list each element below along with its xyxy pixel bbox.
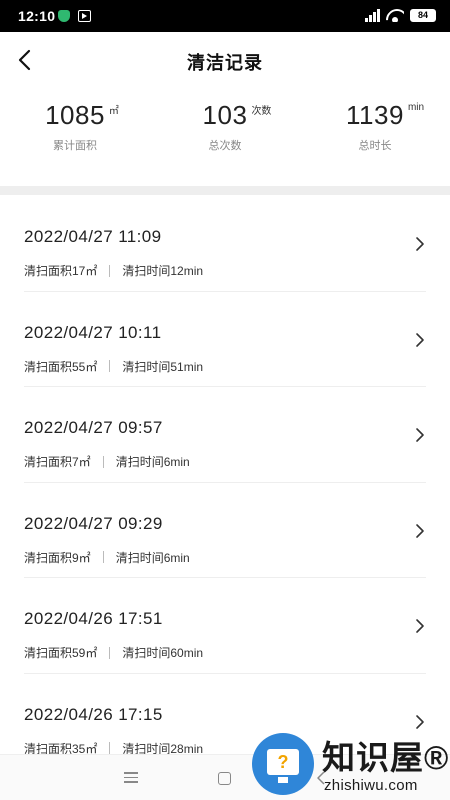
chevron-right-icon [416, 428, 424, 442]
stat-total-duration: 1139 min 总时长 [300, 100, 450, 180]
meta-separator [109, 646, 111, 659]
record-datetime: 2022/04/27 09:29 [24, 513, 163, 533]
record-duration: 清扫时间51min [122, 359, 204, 374]
signal-icon [365, 9, 380, 22]
stat-total-area: 1085 ㎡ 累计面积 [0, 100, 150, 180]
stat-unit: ㎡ [108, 106, 119, 117]
record-meta: 清扫面积9㎡ 清扫时间6min [24, 549, 190, 566]
stat-unit: min [407, 102, 425, 113]
record-datetime: 2022/04/27 09:57 [24, 418, 163, 437]
record-area: 清扫面积17㎡ [24, 264, 98, 278]
record-area: 清扫面积55㎡ [24, 359, 98, 374]
record-area: 清扫面积59㎡ [24, 646, 98, 660]
record-meta: 清扫面积17㎡ 清扫时间12min [24, 262, 203, 279]
record-item[interactable]: 2022/04/27 10:11 清扫面积55㎡ 清扫时间51min [24, 292, 426, 387]
wifi-icon [386, 9, 404, 22]
record-datetime: 2022/04/27 11:09 [24, 227, 162, 246]
record-item[interactable]: 2022/04/27 09:57 清扫面积7㎡ 清扫时间6min [24, 387, 426, 483]
record-duration: 清扫时间6min [115, 550, 190, 565]
menu-icon[interactable] [124, 772, 138, 784]
record-area: 清扫面积9㎡ [24, 550, 91, 565]
monitor-question-icon: ? [267, 749, 299, 775]
home-icon[interactable] [218, 772, 231, 785]
meta-separator [109, 264, 111, 277]
meta-separator [102, 455, 104, 468]
page-title: 清洁记录 [187, 53, 263, 73]
status-indicators: 84 [365, 9, 436, 22]
record-meta: 清扫面积55㎡ 清扫时间51min [24, 358, 203, 375]
chevron-right-icon [416, 619, 424, 633]
chevron-right-icon [416, 332, 424, 347]
watermark-url: zhishiwu.com [324, 777, 418, 794]
chevron-right-icon [416, 714, 424, 729]
record-duration: 清扫时间6min [115, 455, 190, 469]
record-duration: 清扫时间12min [122, 264, 204, 278]
record-datetime: 2022/04/26 17:51 [24, 609, 163, 628]
record-meta: 清扫面积59㎡ 清扫时间60min [24, 644, 203, 661]
chevron-right-icon [416, 523, 424, 538]
media-app-icon [78, 10, 91, 22]
record-datetime: 2022/04/26 17:15 [24, 704, 163, 724]
shield-app-icon [58, 10, 70, 22]
chevron-right-icon [416, 237, 424, 251]
stat-value: 1139 [346, 100, 404, 130]
stat-value: 1085 [45, 100, 105, 130]
stat-total-count: 103 次数 总次数 [150, 100, 300, 180]
watermark-emblem: ? [252, 733, 314, 795]
record-area: 清扫面积7㎡ [24, 455, 91, 469]
watermark-text: 知识屋® [322, 739, 450, 776]
stats-summary: 1085 ㎡ 累计面积 103 次数 总次数 1139 min 总时长 [0, 100, 450, 180]
record-item[interactable]: 2022/04/27 09:29 清扫面积9㎡ 清扫时间6min [24, 483, 426, 578]
monitor-stand [278, 777, 288, 783]
battery-icon: 84 [410, 9, 436, 22]
stat-label: 总次数 [208, 140, 242, 152]
status-bar: 12:10 84 [0, 0, 450, 32]
stat-label: 总时长 [358, 140, 392, 152]
stat-value: 103 [202, 100, 248, 130]
nav-header: 清洁记录 [0, 32, 450, 88]
record-datetime: 2022/04/27 10:11 [24, 322, 162, 342]
stat-unit: 次数 [251, 106, 272, 117]
section-divider [0, 186, 450, 195]
record-item[interactable]: 2022/04/26 17:51 清扫面积59㎡ 清扫时间60min [24, 578, 426, 674]
watermark-logo: ? 知识屋® zhishiwu.com [252, 731, 450, 800]
stat-label: 累计面积 [53, 140, 97, 152]
cleaning-record-list: 2022/04/27 11:09 清扫面积17㎡ 清扫时间12min 2022/… [0, 196, 450, 769]
record-duration: 清扫时间60min [122, 646, 204, 660]
meta-separator [102, 551, 104, 563]
meta-separator [109, 742, 111, 754]
meta-separator [109, 360, 111, 372]
record-meta: 清扫面积7㎡ 清扫时间6min [24, 453, 190, 470]
status-time: 12:10 [18, 8, 56, 24]
record-item[interactable]: 2022/04/27 11:09 清扫面积17㎡ 清扫时间12min [24, 196, 426, 292]
